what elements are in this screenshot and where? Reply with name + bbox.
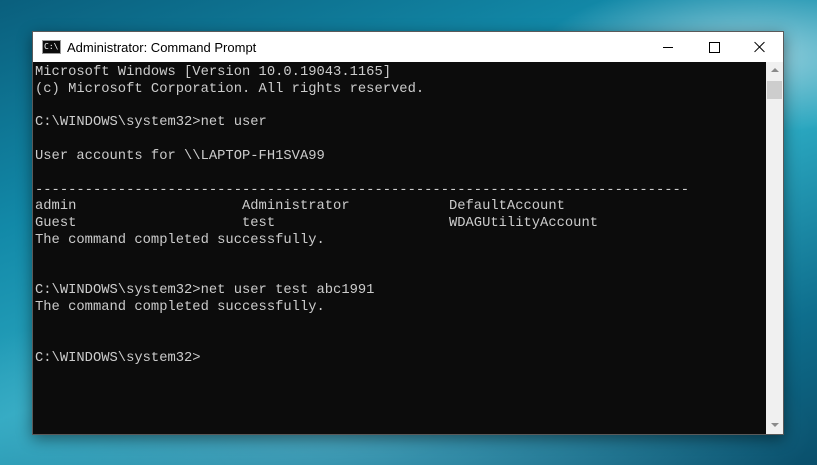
close-button[interactable]: [737, 32, 783, 62]
console-lines: Microsoft Windows [Version 10.0.19043.11…: [35, 65, 689, 367]
maximize-icon: [709, 42, 720, 53]
scrollbar-thumb[interactable]: [767, 81, 782, 99]
scroll-up-arrow-icon[interactable]: [766, 62, 783, 79]
console-line: (c) Microsoft Corporation. All rights re…: [35, 81, 425, 97]
console-prompt-line[interactable]: C:\WINDOWS\system32>: [35, 351, 689, 368]
close-icon: [754, 41, 766, 53]
window-title: Administrator: Command Prompt: [67, 39, 257, 55]
console-line: Guest test WDAGUtilityAccount: [35, 216, 599, 232]
console-line: Microsoft Windows [Version 10.0.19043.11…: [35, 65, 392, 80]
cmd-icon: C:\: [42, 40, 61, 54]
command-prompt-window: C:\ Administrator: Command Prompt Micros…: [32, 31, 784, 435]
console-line: C:\WINDOWS\system32>net user: [35, 115, 267, 131]
window-controls: [645, 32, 783, 62]
console-line: The command completed successfully.: [35, 300, 325, 316]
minimize-icon: [663, 47, 673, 48]
console-output[interactable]: Microsoft Windows [Version 10.0.19043.11…: [33, 62, 766, 434]
vertical-scrollbar[interactable]: [766, 62, 783, 434]
console-line: The command completed successfully.: [35, 232, 325, 248]
maximize-button[interactable]: [691, 32, 737, 62]
minimize-button[interactable]: [645, 32, 691, 62]
console-line: admin Administrator DefaultAccount: [35, 199, 565, 215]
title-bar[interactable]: C:\ Administrator: Command Prompt: [33, 32, 783, 62]
console-line: C:\WINDOWS\system32>net user test abc199…: [35, 283, 375, 299]
scroll-down-arrow-icon[interactable]: [766, 417, 783, 434]
console-line: ----------------------------------------…: [35, 182, 690, 198]
console-line: User accounts for \\LAPTOP-FH1SVA99: [35, 148, 325, 164]
